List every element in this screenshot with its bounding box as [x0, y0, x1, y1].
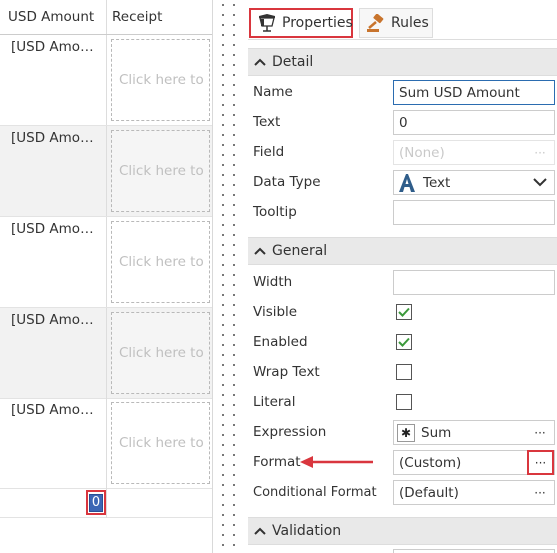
properties-icon: [259, 14, 275, 32]
format-ellipsis-button[interactable]: ···: [527, 450, 554, 475]
splitter-grip: [233, 0, 235, 553]
table-row[interactable]: [USD Amount] Click here to upload: [0, 398, 212, 489]
gavel-icon: [367, 14, 384, 32]
tab-label: Rules: [391, 15, 429, 31]
property-enabled: Enabled: [248, 327, 557, 357]
section-title: Detail: [272, 54, 314, 70]
property-wrap-text: Wrap Text: [248, 357, 557, 387]
column-header-label: Receipt: [112, 9, 163, 25]
column-header-label: USD Amount: [8, 9, 95, 25]
conditional-format-input[interactable]: (Default) ···: [393, 480, 555, 505]
table-row[interactable]: [USD Amount] Click here to upload: [0, 217, 212, 308]
enabled-checkbox[interactable]: [396, 334, 412, 350]
expression-ellipsis-button[interactable]: ···: [528, 422, 552, 443]
property-name: Name Sum USD Amount: [248, 77, 557, 107]
property-data-type: Data Type Text: [248, 167, 557, 197]
validation-input-partial[interactable]: [393, 549, 555, 553]
field-input: (None) ···: [393, 140, 555, 165]
name-input[interactable]: Sum USD Amount: [393, 80, 555, 105]
usd-amount-cell[interactable]: [USD Amount]: [0, 308, 107, 398]
sum-value: 0: [88, 493, 104, 512]
receipt-upload-zone[interactable]: Click here to upload: [111, 130, 210, 212]
property-label: Tooltip: [253, 204, 297, 220]
property-label: Expression: [253, 424, 327, 440]
table-row[interactable]: [USD Amount] Click here to upload: [0, 35, 212, 126]
table-row[interactable]: [USD Amount] Click here to upload: [0, 126, 212, 217]
tab-label: Properties: [282, 15, 353, 31]
data-type-value: Text: [423, 174, 451, 191]
receipt-upload-zone[interactable]: Click here to upload: [111, 221, 210, 303]
property-label: Name: [253, 84, 293, 100]
property-expression: Expression ✱ Sum ···: [248, 417, 557, 447]
chevron-up-icon: [254, 58, 266, 66]
property-literal: Literal: [248, 387, 557, 417]
usd-amount-cell[interactable]: [USD Amount]: [0, 126, 107, 216]
section-title: Validation: [272, 523, 342, 539]
tab-properties[interactable]: Properties: [249, 8, 353, 38]
usd-amount-cell[interactable]: [USD Amount]: [0, 398, 107, 488]
field-value: (None): [399, 144, 445, 161]
property-width: Width: [248, 267, 557, 297]
expression-input[interactable]: ✱ Sum ···: [393, 420, 555, 445]
literal-checkbox[interactable]: [396, 394, 412, 410]
property-row-partial: [248, 546, 557, 553]
chevron-down-icon: [533, 178, 547, 187]
field-ellipsis-button: ···: [534, 145, 546, 160]
chevron-up-icon: [254, 247, 266, 255]
format-input[interactable]: (Custom) ···: [393, 450, 555, 475]
tooltip-input[interactable]: [393, 200, 555, 225]
visible-checkbox[interactable]: [396, 304, 412, 320]
receipt-upload-zone[interactable]: Click here to upload: [111, 312, 210, 394]
property-field: Field (None) ···: [248, 137, 557, 167]
text-input[interactable]: 0: [393, 110, 555, 135]
property-label: Text: [253, 114, 281, 130]
chevron-up-icon: [254, 527, 266, 535]
section-general-header[interactable]: General: [248, 237, 557, 265]
property-label: Conditional Format: [253, 484, 377, 500]
text-type-icon: [399, 173, 415, 192]
property-label: Width: [253, 274, 293, 290]
column-header-usd-amount[interactable]: USD Amount: [0, 0, 107, 34]
expression-value: Sum: [421, 424, 452, 441]
conditional-format-value: (Default): [399, 484, 459, 501]
summary-row: 0: [0, 488, 212, 518]
property-label: Field: [253, 144, 285, 160]
receipt-upload-zone[interactable]: Click here to upload: [111, 402, 210, 484]
checkmark-icon: [398, 307, 410, 317]
property-format: Format (Custom) ···: [248, 447, 557, 477]
property-conditional-format: Conditional Format (Default) ···: [248, 477, 557, 507]
property-visible: Visible: [248, 297, 557, 327]
wrap-text-checkbox[interactable]: [396, 364, 412, 380]
format-value: (Custom): [399, 454, 462, 471]
table-row[interactable]: [USD Amount] Click here to upload: [0, 308, 212, 399]
receipt-upload-zone[interactable]: Click here to upload: [111, 39, 210, 121]
section-validation-header[interactable]: Validation: [248, 517, 557, 545]
column-header-receipt[interactable]: Receipt: [107, 0, 212, 34]
property-text: Text 0: [248, 107, 557, 137]
data-grid: USD Amount Receipt [USD Amount] Click he…: [0, 0, 213, 553]
section-title: General: [272, 243, 328, 259]
property-label: Wrap Text: [253, 364, 320, 380]
section-detail-header[interactable]: Detail: [248, 48, 557, 76]
width-input[interactable]: [393, 270, 555, 295]
property-label: Enabled: [253, 334, 308, 350]
sum-usd-amount-control[interactable]: 0: [86, 490, 106, 515]
property-label: Literal: [253, 394, 296, 410]
usd-amount-cell[interactable]: [USD Amount]: [0, 217, 107, 307]
checkmark-icon: [398, 337, 410, 347]
panel-splitter[interactable]: [213, 0, 248, 553]
data-type-select[interactable]: Text: [393, 170, 555, 195]
property-tooltip: Tooltip: [248, 197, 557, 227]
usd-amount-cell[interactable]: [USD Amount]: [0, 35, 107, 125]
conditional-format-ellipsis-button[interactable]: ···: [528, 482, 552, 503]
properties-panel: Properties Rules Detail Name Sum USD Amo…: [248, 0, 557, 553]
panel-tabs: Properties Rules: [248, 0, 557, 40]
expression-icon: ✱: [397, 423, 415, 442]
splitter-grip: [222, 0, 224, 553]
property-label: Data Type: [253, 174, 321, 190]
tab-rules[interactable]: Rules: [359, 8, 433, 38]
annotation-arrow-icon: [300, 456, 373, 468]
property-label: Visible: [253, 304, 298, 320]
property-label: Format: [253, 454, 301, 470]
